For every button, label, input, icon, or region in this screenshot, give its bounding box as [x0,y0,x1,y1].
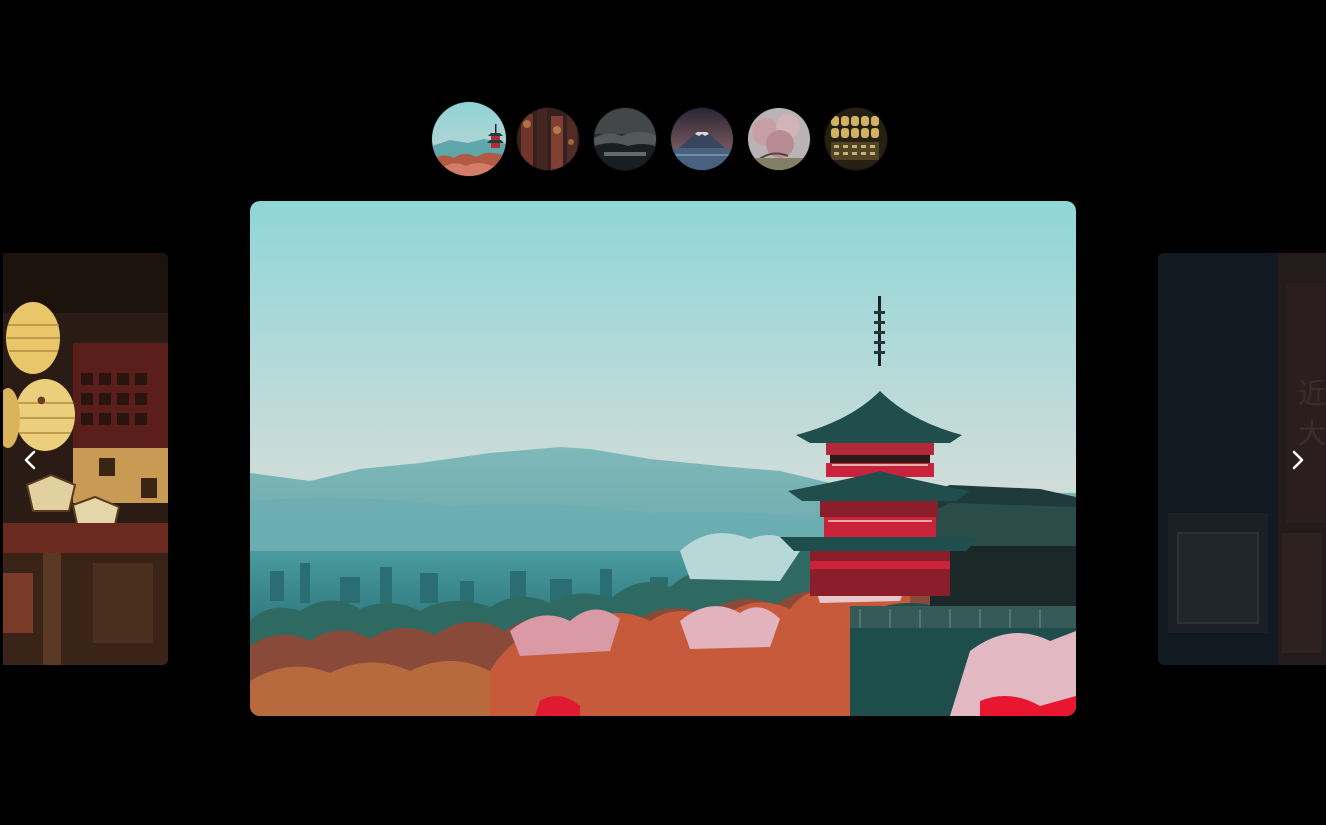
thumbnail-lantern-street[interactable] [517,108,579,170]
gallery-stage: ● 近 大 [0,0,1326,825]
next-slide-button[interactable] [1284,445,1312,475]
mount-fuji-thumbnail-icon [671,108,733,170]
pagoda-thumbnail-icon [432,102,506,176]
svg-text:●: ● [37,395,46,406]
chevron-left-icon [24,450,36,470]
previous-slide-button[interactable] [16,445,44,475]
misty-hills-thumbnail-icon [594,108,656,170]
chevron-right-icon [1292,450,1304,470]
kyoto-pagoda-image [250,201,1076,716]
thumbnail-misty-hills[interactable] [594,108,656,170]
lantern-street-thumbnail-icon [517,108,579,170]
thumbnail-mount-fuji[interactable] [671,108,733,170]
thumbnail-cherry-blossom[interactable] [748,108,810,170]
thumbnail-lantern-wall[interactable] [825,108,887,170]
svg-text:近: 近 [1298,377,1326,410]
lantern-wall-thumbnail-icon [825,108,887,170]
thumbnail-strip [432,102,892,176]
current-slide[interactable] [250,201,1076,716]
cherry-blossom-thumbnail-icon [748,108,810,170]
thumbnail-pagoda[interactable] [432,102,506,176]
